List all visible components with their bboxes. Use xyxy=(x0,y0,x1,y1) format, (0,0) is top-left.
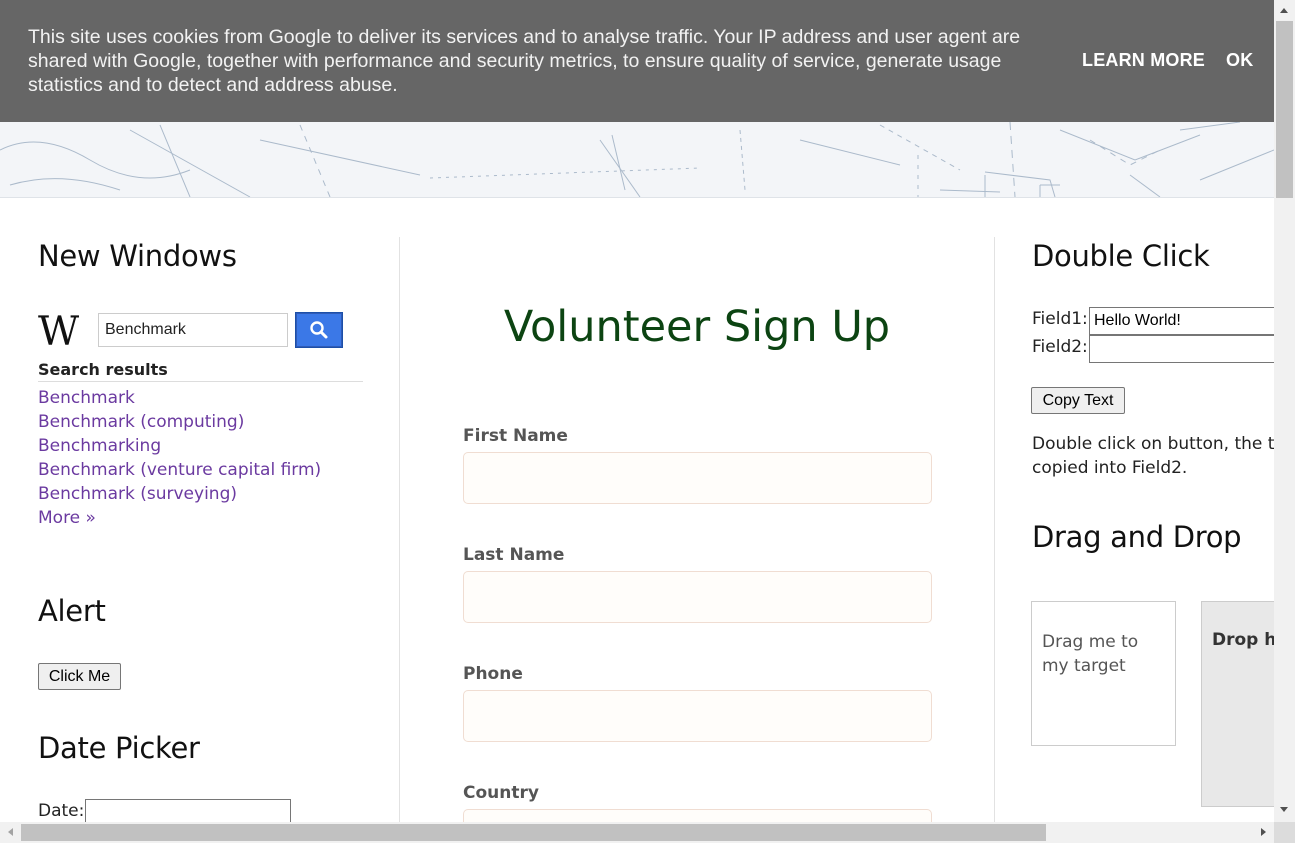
click-me-button[interactable]: Click Me xyxy=(38,663,121,690)
phone-input[interactable] xyxy=(463,690,932,742)
search-result-link[interactable]: Benchmarking xyxy=(38,434,321,458)
field1-label: Field1: xyxy=(1032,309,1088,329)
learn-more-link[interactable]: LEARN MORE xyxy=(1082,50,1205,71)
column-divider-right xyxy=(994,237,995,827)
more-results-link[interactable]: More » xyxy=(38,506,321,530)
search-result-link[interactable]: Benchmark (surveying) xyxy=(38,482,321,506)
last-name-label: Last Name xyxy=(463,545,565,565)
first-name-input[interactable] xyxy=(463,452,932,504)
scroll-up-arrow-icon[interactable] xyxy=(1280,8,1288,13)
first-name-label: First Name xyxy=(463,426,568,446)
field1-input[interactable] xyxy=(1089,307,1289,335)
search-result-link[interactable]: Benchmark (computing) xyxy=(38,410,321,434)
description-line: copied into Field2. xyxy=(1032,458,1188,478)
wikipedia-search-button[interactable] xyxy=(295,312,343,348)
cookie-notice-text: This site uses cookies from Google to de… xyxy=(28,26,1021,96)
scroll-left-arrow-icon[interactable] xyxy=(8,828,13,836)
double-click-description: Double click on button, the tex copied i… xyxy=(1032,432,1295,480)
scroll-right-arrow-icon[interactable] xyxy=(1261,828,1266,836)
scrollbar-corner xyxy=(1274,822,1295,843)
field2-input[interactable] xyxy=(1089,335,1289,363)
country-label: Country xyxy=(463,783,539,803)
wikipedia-search-input[interactable] xyxy=(98,313,288,347)
form-title: Volunteer Sign Up xyxy=(503,302,891,352)
date-picker-heading: Date Picker xyxy=(38,731,200,765)
vertical-scrollbar-thumb[interactable] xyxy=(1276,21,1293,198)
search-results-list: Benchmark Benchmark (computing) Benchmar… xyxy=(38,386,321,530)
description-line: Double click on button, the tex xyxy=(1032,434,1295,454)
cookie-consent-bar: This site uses cookies from Google to de… xyxy=(0,0,1274,122)
copy-text-button[interactable]: Copy Text xyxy=(1031,387,1125,414)
drag-and-drop-heading: Drag and Drop xyxy=(1032,520,1242,554)
draggable-box[interactable]: Drag me to my target xyxy=(1031,601,1176,746)
wikipedia-logo-icon: W xyxy=(38,309,80,355)
country-select[interactable] xyxy=(463,809,932,822)
search-result-link[interactable]: Benchmark (venture capital firm) xyxy=(38,458,321,482)
field2-label: Field2: xyxy=(1032,337,1088,357)
phone-label: Phone xyxy=(463,664,523,684)
new-windows-heading: New Windows xyxy=(38,239,237,273)
date-label: Date: xyxy=(38,801,85,821)
cookie-ok-button[interactable]: OK xyxy=(1226,50,1253,71)
horizontal-scrollbar-thumb[interactable] xyxy=(21,824,1046,841)
search-result-link[interactable]: Benchmark xyxy=(38,386,321,410)
double-click-heading: Double Click xyxy=(1032,239,1210,273)
alert-heading: Alert xyxy=(38,594,106,628)
search-icon xyxy=(310,321,328,339)
search-results-heading: Search results xyxy=(38,360,363,382)
last-name-input[interactable] xyxy=(463,571,932,623)
scroll-down-arrow-icon[interactable] xyxy=(1280,807,1288,812)
